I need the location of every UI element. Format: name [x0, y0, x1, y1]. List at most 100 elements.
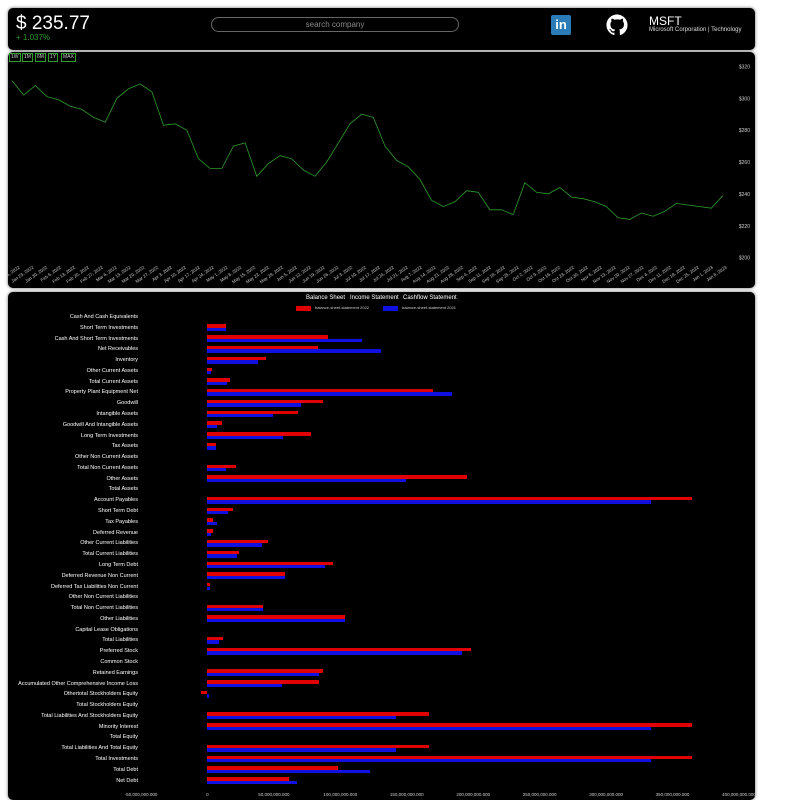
x-tick-label: 400,000,000.000 — [722, 792, 756, 797]
row-label: Accumulated Other Comprehensive Income L… — [18, 680, 138, 687]
row-label: Other Liabilities — [100, 615, 138, 622]
bar-2021 — [207, 672, 319, 677]
x-tick-label: 150,000,000.000 — [389, 792, 424, 797]
bar-2021 — [207, 683, 283, 687]
bar-2021 — [207, 370, 212, 375]
row-label: Total Current Liabilities — [82, 551, 138, 558]
bar-2021 — [207, 640, 220, 644]
row-label: Cash And Short Term Investments — [54, 335, 138, 342]
bar-2021 — [207, 715, 396, 720]
row-label: Short Term Debt — [98, 508, 138, 515]
row-label: Property Plant Equipment Net — [65, 389, 138, 396]
company-info: Microsoft Corporation | Technology — [649, 27, 742, 33]
bar-2021 — [207, 694, 210, 698]
row-label: Goodwill And Intangible Assets — [62, 421, 138, 428]
bar-2021 — [207, 554, 238, 558]
row-label: Other Non Current Assets — [75, 454, 138, 461]
y-tick-label: $320 — [739, 64, 750, 70]
x-tick-label: 350,000,000.000 — [655, 792, 690, 797]
x-tick-label: 200,000,000.000 — [456, 792, 491, 797]
row-label: Retained Earnings — [92, 669, 138, 676]
row-label: Total Debt — [113, 766, 138, 773]
row-label: Intangible Assets — [96, 411, 138, 418]
row-label: Long Term Debt — [98, 561, 138, 568]
bar-2021 — [207, 575, 286, 580]
row-label: Deferred Revenue Non Current — [61, 572, 138, 579]
bar-2021 — [207, 381, 227, 386]
bar-2021 — [207, 414, 274, 418]
stock-price: $ 235.77 — [16, 13, 90, 34]
x-tick-label: 250,000,000.000 — [522, 792, 557, 797]
row-label: Account Payables — [93, 497, 138, 504]
search-input[interactable] — [211, 17, 459, 32]
row-label: Total Liabilities — [102, 637, 138, 644]
bar-2021 — [207, 392, 453, 396]
row-label: Total Liabilities And Stockholders Equit… — [41, 712, 138, 719]
bar-2021 — [207, 327, 226, 332]
y-tick-label: $260 — [739, 160, 750, 166]
bar-2021 — [207, 446, 216, 450]
bar-2021 — [207, 608, 263, 612]
linkedin-icon[interactable]: in — [551, 15, 571, 35]
bar-2021 — [207, 651, 463, 655]
bar-2021 — [207, 360, 258, 364]
row-label: Tax Payables — [105, 518, 138, 525]
row-label: Deferred Revenue — [93, 529, 138, 536]
row-label: Tax Assets — [111, 443, 138, 450]
x-tick-label: 300,000,000.000 — [589, 792, 624, 797]
bar-2021 — [207, 780, 298, 784]
financials-panel: Balance Sheet Income Statement Cashflow … — [8, 292, 756, 800]
price-chart-panel: 1W 1M 6M 1Y MAX $200 $220 $240 $260 $280 $300… — [8, 52, 755, 288]
row-label: Net Receivables — [97, 346, 138, 353]
bar-2021 — [207, 467, 226, 472]
y-tick-label: $200 — [739, 256, 750, 262]
row-label: Othertotal Stockholders Equity — [63, 691, 138, 698]
bar-2021 — [207, 403, 301, 407]
header-bar: $ 235.77 + 1.037% in MSFT Microsoft Corp… — [8, 8, 755, 50]
balance-sheet-bar-chart: Cash And Cash Equivalents Short Term Inve… — [8, 292, 756, 800]
bar-2021 — [207, 478, 406, 483]
row-label: Capital Lease Obligations — [75, 626, 138, 633]
row-label: Short Term Investments — [80, 324, 138, 331]
bar-2021 — [207, 726, 652, 731]
row-label: Common Stock — [100, 658, 138, 665]
x-tick-label: -50,000,000.000 — [124, 792, 158, 797]
row-label: Total Equity — [109, 734, 138, 741]
row-label: Deferred Tax Liabilities Non Current — [50, 583, 138, 590]
y-tick-label: $240 — [739, 192, 750, 198]
bar-2021 — [207, 338, 362, 342]
row-label: Total Investments — [95, 755, 138, 762]
github-icon[interactable] — [606, 14, 628, 36]
row-label: Inventory — [115, 357, 138, 364]
bar-2021 — [207, 543, 263, 547]
row-label: Total Liabilities And Total Equity — [61, 745, 138, 752]
row-label: Long Term Investments — [80, 432, 138, 439]
price-line-chart: $200$220$240$260$280$300$320Jan 16, 2022… — [8, 64, 750, 284]
ticker-symbol: MSFT — [649, 14, 682, 28]
row-label: Other Assets — [106, 475, 139, 482]
row-label: Total Non Current Assets — [77, 464, 138, 471]
bar-2021 — [207, 349, 381, 353]
bar-2021 — [207, 500, 652, 504]
bar-2021 — [207, 618, 346, 623]
bar-2021 — [207, 586, 210, 590]
row-label: Total Assets — [108, 486, 138, 493]
bar-2021 — [207, 532, 212, 536]
row-label: Preferred Stock — [99, 648, 138, 655]
y-tick-label: $220 — [739, 224, 750, 230]
row-label: Total Current Assets — [88, 378, 138, 385]
bar-2021 — [207, 748, 396, 752]
row-label: Net Debt — [116, 777, 138, 784]
row-label: Other Non Current Liabilities — [68, 594, 138, 601]
y-tick-label: $280 — [739, 128, 750, 134]
row-label: Cash And Cash Equivalents — [69, 314, 138, 320]
price-change: + 1.037% — [16, 33, 51, 42]
bar-2021 — [207, 424, 218, 429]
row-label: Total Non Current Liabilities — [70, 605, 138, 612]
row-label: Total Stockholders Equity — [76, 702, 138, 709]
row-label: Minority Interest — [98, 723, 138, 730]
bar-2021 — [207, 521, 217, 526]
row-label: Other Current Assets — [86, 367, 138, 374]
bar-2021 — [207, 564, 326, 569]
price-series-line — [11, 80, 724, 220]
